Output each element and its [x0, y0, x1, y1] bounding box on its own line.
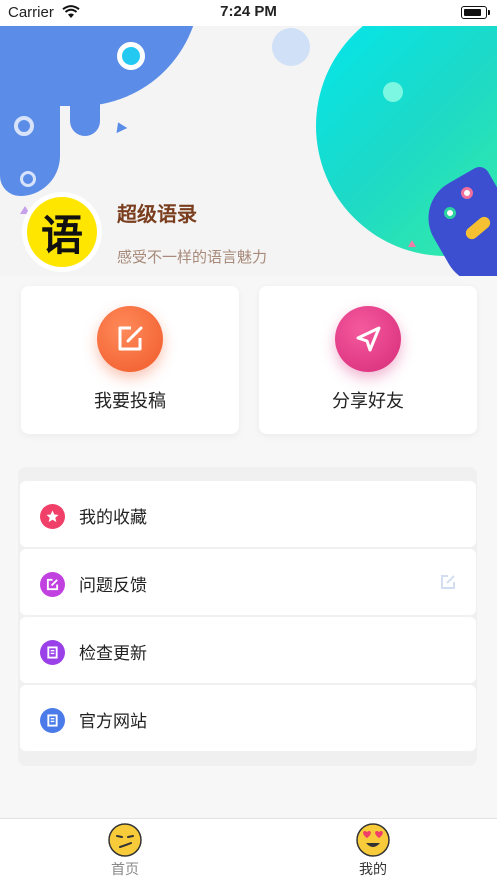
menu-item-check-update[interactable]: 检查更新 [20, 617, 476, 683]
profile-header: 语 超级语录 感受不一样的语言魅力 [0, 26, 497, 276]
tab-home-label: 首页 [111, 862, 139, 878]
send-icon [335, 306, 401, 372]
clock: 7:24 PM [220, 3, 277, 20]
submit-post-card[interactable]: 我要投稿 [21, 286, 239, 434]
app-avatar[interactable]: 语 [22, 192, 102, 272]
smirk-face-icon [108, 823, 142, 857]
share-friends-card[interactable]: 分享好友 [259, 286, 477, 434]
star-icon [40, 504, 65, 529]
tab-bar: 首页 我的 [0, 818, 497, 883]
bird-eye [444, 207, 456, 219]
decor-dot [20, 171, 36, 187]
feedback-icon [40, 572, 65, 597]
update-icon [40, 640, 65, 665]
menu-item-label: 官方网站 [79, 712, 147, 732]
tab-mine-label: 我的 [359, 862, 387, 878]
decor-triangle [112, 119, 128, 134]
decor-bubble [272, 28, 310, 66]
bird-eye [461, 187, 473, 199]
decor-dot [117, 42, 145, 70]
menu-item-website[interactable]: 官方网站 [20, 685, 476, 751]
edit-icon [97, 306, 163, 372]
avatar-char: 语 [27, 197, 97, 267]
decor-blob [70, 96, 100, 136]
menu-item-feedback[interactable]: 问题反馈 [20, 549, 476, 615]
decor-dot [14, 116, 34, 136]
decor-triangle [408, 240, 416, 247]
app-title: 超级语录 [117, 202, 197, 226]
website-icon [40, 708, 65, 733]
submit-post-label: 我要投稿 [94, 391, 166, 412]
menu-item-favorites[interactable]: 我的收藏 [20, 481, 476, 547]
menu-item-label: 问题反馈 [79, 576, 147, 596]
tab-mine[interactable]: 我的 [313, 819, 433, 883]
heart-eyes-face-icon [356, 823, 390, 857]
menu-item-label: 我的收藏 [79, 508, 147, 528]
status-bar: Carrier 7:24 PM [0, 0, 497, 26]
edit-hint-icon [441, 575, 455, 589]
app-subtitle: 感受不一样的语言魅力 [117, 248, 268, 266]
tab-home[interactable]: 首页 [65, 819, 185, 883]
share-friends-label: 分享好友 [332, 391, 404, 412]
menu-item-label: 检查更新 [79, 644, 147, 664]
decor-bubble [383, 82, 403, 102]
battery-icon [461, 6, 490, 19]
